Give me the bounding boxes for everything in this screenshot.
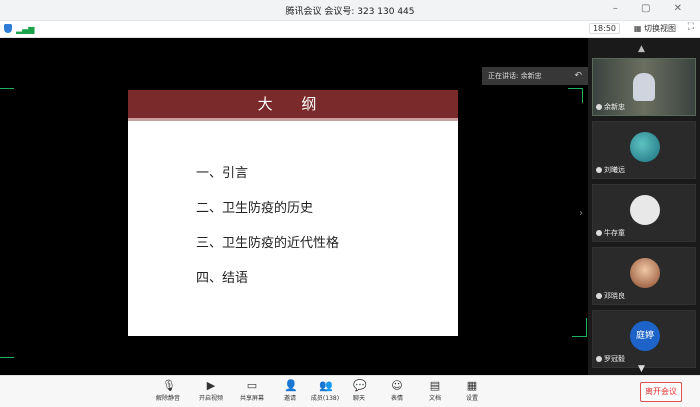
mic-icon — [596, 293, 602, 299]
fullscreen-icon[interactable]: ⛶ — [688, 22, 694, 32]
meeting-time: 18:50 — [588, 23, 620, 34]
unmute-label: 解除静音 — [155, 395, 180, 402]
leave-meeting-button[interactable]: 离开会议 — [640, 382, 682, 402]
invite-icon: 👤 — [284, 379, 298, 392]
participant-video — [633, 73, 655, 101]
status-bar: ▂▄▆ 18:50 ▦ 切换视图 ⛶ — [0, 21, 700, 38]
participant-sidebar: ▲ 余新忠 刘曦远 牛存童 邓晓良 庭婷 罗冠毅 ▼ — [588, 38, 700, 375]
share-screen-icon: ▭ — [246, 379, 258, 392]
settings-button[interactable]: ▦ 设置 — [450, 380, 494, 402]
participant-label: 罗冠毅 — [596, 354, 625, 364]
participant-tile[interactable]: 刘曦远 — [592, 121, 696, 179]
members-icon: 👥 — [319, 379, 333, 392]
return-icon[interactable]: ↶ — [574, 67, 582, 85]
frame-corner — [0, 88, 14, 103]
docs-label: 文档 — [428, 395, 441, 402]
participant-name: 余新忠 — [604, 103, 625, 111]
participant-name: 邓晓良 — [604, 292, 625, 300]
window-controls[interactable]: – ▢ ✕ — [613, 3, 692, 14]
speaking-indicator: 正在讲话: 余新忠 ↶ — [482, 67, 588, 85]
participant-name: 罗冠毅 — [604, 355, 625, 363]
signal-icon: ▂▄▆ — [16, 25, 35, 34]
frame-corner — [572, 318, 587, 337]
frame-corner — [0, 343, 14, 358]
participant-tile[interactable]: 邓晓良 — [592, 247, 696, 305]
chevron-right-icon[interactable]: › — [579, 208, 583, 219]
participant-tile[interactable]: 牛存童 — [592, 184, 696, 242]
window-title: 腾讯会议 会议号: 323 130 445 — [285, 7, 415, 17]
slide-item: 一、引言 — [196, 166, 249, 181]
slide-item: 四、结语 — [196, 271, 249, 286]
settings-label: 设置 — [465, 395, 478, 402]
scroll-down-icon[interactable]: ▼ — [638, 364, 645, 374]
slide-item: 三、卫生防疫的近代性格 — [196, 236, 340, 251]
mic-icon — [596, 104, 602, 110]
presentation-slide: 大 纲 一、引言 二、卫生防疫的历史 三、卫生防疫的近代性格 四、结语 — [128, 90, 458, 336]
document-icon: ▤ — [429, 379, 441, 392]
slide-heading: 大 纲 — [128, 90, 458, 121]
participant-tile[interactable]: 余新忠 — [592, 58, 696, 116]
avatar — [630, 195, 660, 225]
avatar — [630, 132, 660, 162]
participant-label: 刘曦远 — [596, 165, 625, 175]
reactions-label: 表情 — [390, 395, 403, 402]
video-label: 开启视频 — [198, 395, 223, 402]
switch-view-button[interactable]: ▦ 切换视图 — [634, 23, 676, 34]
mic-icon — [596, 167, 602, 173]
mic-muted-icon: 🎙 — [162, 379, 176, 392]
chat-label: 聊天 — [352, 395, 365, 402]
frame-corner — [568, 88, 583, 103]
shield-icon — [4, 24, 12, 33]
participant-name: 刘曦远 — [604, 166, 625, 174]
video-button[interactable]: ▶ 开启视频 — [189, 380, 233, 402]
avatar — [630, 258, 660, 288]
chat-icon: 💬 — [353, 379, 367, 392]
participant-label: 牛存童 — [596, 228, 625, 238]
invite-label: 邀请 — [283, 395, 296, 402]
participant-label: 余新忠 — [596, 102, 625, 112]
share-label: 共享屏幕 — [239, 395, 264, 402]
emoji-icon: ☺ — [391, 379, 403, 392]
participant-label: 邓晓良 — [596, 291, 625, 301]
mic-icon — [596, 356, 602, 362]
members-label: 成员(138) — [310, 395, 340, 402]
avatar: 庭婷 — [630, 321, 660, 351]
slide-item: 二、卫生防疫的历史 — [196, 201, 314, 216]
switch-view-label: 切换视图 — [644, 24, 676, 33]
title-bar: 腾讯会议 会议号: 323 130 445 – ▢ ✕ — [0, 0, 700, 21]
shared-screen: 大 纲 一、引言 二、卫生防疫的历史 三、卫生防疫的近代性格 四、结语 正在讲话… — [0, 38, 588, 375]
meeting-toolbar: 🎙 解除静音 ▶ 开启视频 ▭ 共享屏幕 👤 邀请 👥 成员(138) 💬 聊天 ☺ 表情 ▤… — [0, 375, 700, 407]
speaking-text: 正在讲话: 余新忠 — [488, 72, 542, 80]
unmute-button[interactable]: 🎙 解除静音 — [146, 380, 190, 402]
mic-icon — [596, 230, 602, 236]
scroll-up-icon[interactable]: ▲ — [638, 44, 645, 54]
participant-tile[interactable]: 庭婷 罗冠毅 — [592, 310, 696, 368]
participant-name: 牛存童 — [604, 229, 625, 237]
camera-off-icon: ▶ — [206, 379, 216, 392]
apps-icon: ▦ — [466, 379, 478, 392]
